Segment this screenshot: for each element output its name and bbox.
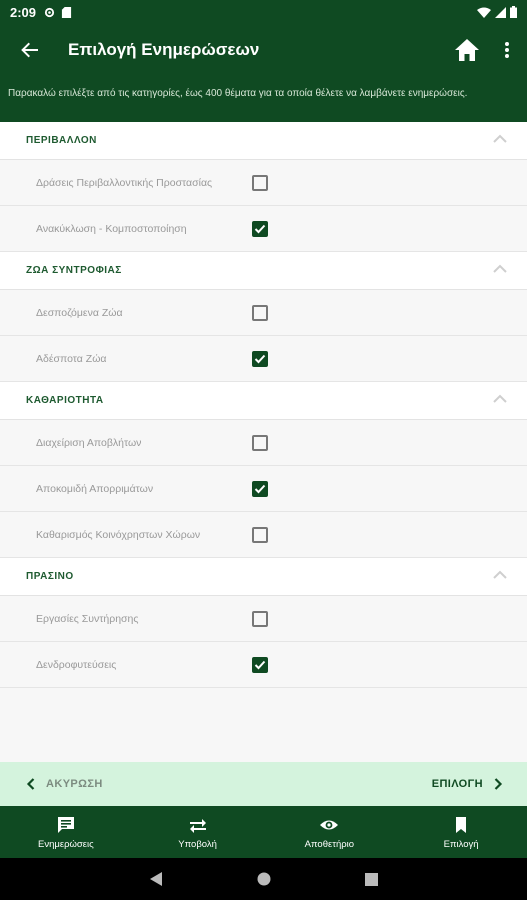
checkbox-checked[interactable] (252, 657, 268, 673)
settings-icon (44, 7, 55, 17)
category-list: ΠΕΡΙΒΑΛΛΟΝ Δράσεις Περιβαλλοντικής Προστ… (0, 122, 527, 762)
tab-label: Υποβολή (178, 838, 217, 850)
tab-updates[interactable]: Ενημερώσεις (0, 806, 132, 858)
section-header-green[interactable]: ΠΡΑΣΙΝΟ (0, 558, 527, 596)
checkbox-unchecked[interactable] (252, 435, 268, 451)
checkbox-checked[interactable] (252, 481, 268, 497)
status-right (477, 6, 517, 18)
cancel-label: ΑΚΥΡΩΣΗ (46, 778, 103, 790)
status-bar: 2:09 (0, 0, 527, 24)
section-title: ΖΩΑ ΣΥΝΤΡΟΦΙΑΣ (26, 265, 122, 276)
eye-icon (320, 820, 339, 829)
bookmark-icon (456, 816, 467, 833)
chevron-left-icon (26, 778, 35, 790)
check-icon (254, 484, 266, 494)
checkbox-unchecked[interactable] (252, 305, 268, 321)
cancel-button[interactable]: ΑΚΥΡΩΣΗ (0, 777, 103, 791)
system-recents-icon[interactable] (365, 872, 378, 886)
home-icon (455, 39, 479, 61)
list-item[interactable]: Εργασίες Συντήρησης (0, 596, 527, 642)
item-label: Διαχείριση Αποβλήτων (36, 436, 142, 449)
list-item[interactable]: Δράσεις Περιβαλλοντικής Προστασίας (0, 160, 527, 206)
item-label: Εργασίες Συντήρησης (36, 612, 139, 625)
item-label: Αδέσποτα Ζώα (36, 352, 107, 365)
list-item[interactable]: Καθαρισμός Κοινόχρηστων Χώρων (0, 512, 527, 558)
checkbox-unchecked[interactable] (252, 611, 268, 627)
list-item[interactable]: Δενδροφυτεύσεις (0, 642, 527, 688)
system-back-icon[interactable] (149, 871, 163, 887)
item-label: Δενδροφυτεύσεις (36, 658, 117, 671)
checkbox-checked[interactable] (252, 351, 268, 367)
action-bar: ΑΚΥΡΩΣΗ ΕΠΙΛΟΓΗ (0, 762, 527, 806)
back-button[interactable] (0, 24, 60, 76)
chat-icon (57, 816, 74, 833)
chevron-right-icon (494, 778, 503, 790)
list-item[interactable]: Διαχείριση Αποβλήτων (0, 420, 527, 466)
select-label: ΕΠΙΛΟΓΗ (431, 778, 483, 790)
bottom-navigation: Ενημερώσεις Υποβολή Αποθετήριο Επιλογή (0, 806, 527, 858)
tab-submit[interactable]: Υποβολή (132, 806, 264, 858)
section-header-cleanliness[interactable]: ΚΑΘΑΡΙΟΤΗΤΑ (0, 382, 527, 420)
tab-label: Αποθετήριο (304, 838, 355, 850)
tab-label: Ενημερώσεις (38, 838, 94, 850)
section-title: ΠΕΡΙΒΑΛΛΟΝ (26, 135, 97, 146)
chevron-up-icon (493, 134, 507, 143)
list-item[interactable]: Δεσποζόμενα Ζώα (0, 290, 527, 336)
status-time: 2:09 (10, 4, 37, 20)
home-button[interactable] (447, 24, 487, 76)
check-icon (254, 354, 266, 364)
system-navigation-bar (0, 858, 527, 900)
section-title: ΚΑΘΑΡΙΟΤΗΤΑ (26, 395, 104, 406)
checkbox-checked[interactable] (252, 221, 268, 237)
item-label: Αποκομιδή Απορριμάτων (36, 482, 154, 495)
item-label: Καθαρισμός Κοινόχρηστων Χώρων (36, 528, 201, 541)
battery-icon (510, 6, 517, 18)
item-label: Δράσεις Περιβαλλοντικής Προστασίας (36, 176, 213, 189)
info-text: Παρακαλώ επιλέξτε από τις κατηγορίες, έω… (0, 76, 527, 122)
check-icon (254, 660, 266, 670)
app-bar: Επιλογή Ενημερώσεων (0, 24, 527, 76)
item-label: Δεσποζόμενα Ζώα (36, 306, 123, 319)
chevron-up-icon (493, 570, 507, 579)
tab-selection[interactable]: Επιλογή (395, 806, 527, 858)
wifi-icon (477, 7, 491, 18)
checkbox-unchecked[interactable] (252, 527, 268, 543)
more-options-button[interactable] (487, 24, 527, 76)
chevron-up-icon (493, 264, 507, 273)
tab-repository[interactable]: Αποθετήριο (264, 806, 396, 858)
tab-label: Επιλογή (443, 838, 479, 850)
list-item[interactable]: Ανακύκλωση - Κομποστοποίηση (0, 206, 527, 252)
sd-card-icon (61, 6, 72, 18)
section-title: ΠΡΑΣΙΝΟ (26, 571, 74, 582)
chevron-up-icon (493, 394, 507, 403)
more-vert-icon (505, 42, 509, 58)
system-home-icon[interactable] (257, 872, 271, 886)
list-item[interactable]: Αποκομιδή Απορριμάτων (0, 466, 527, 512)
page-title: Επιλογή Ενημερώσεων (68, 40, 260, 59)
checkbox-unchecked[interactable] (252, 175, 268, 191)
list-item[interactable]: Αδέσποτα Ζώα (0, 336, 527, 382)
section-header-environment[interactable]: ΠΕΡΙΒΑΛΛΟΝ (0, 122, 527, 160)
signal-icon (495, 6, 506, 18)
swap-icon (189, 818, 206, 833)
select-button[interactable]: ΕΠΙΛΟΓΗ (432, 777, 527, 791)
arrow-back-icon (21, 42, 38, 58)
check-icon (254, 224, 266, 234)
item-label: Ανακύκλωση - Κομποστοποίηση (36, 222, 187, 235)
section-header-pets[interactable]: ΖΩΑ ΣΥΝΤΡΟΦΙΑΣ (0, 252, 527, 290)
